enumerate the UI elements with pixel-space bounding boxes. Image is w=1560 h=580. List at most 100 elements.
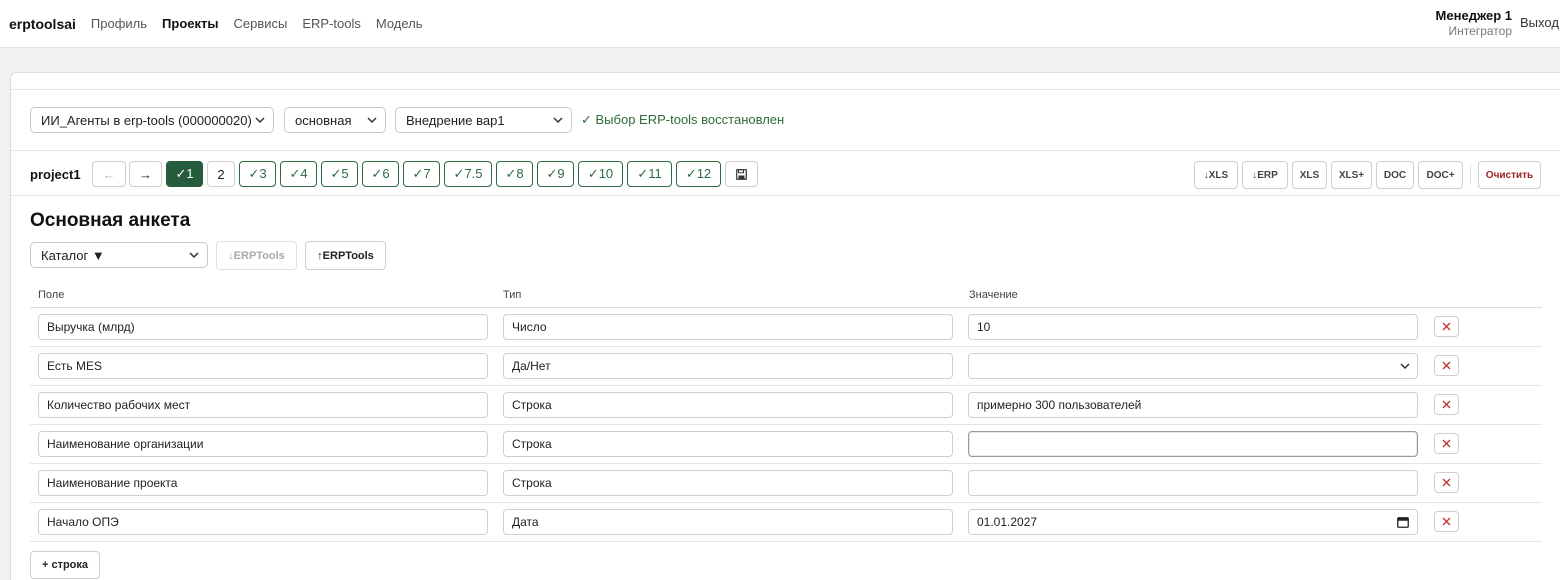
version-button-9[interactable]: ✓9: [537, 161, 574, 187]
section-title: Основная анкета: [30, 210, 191, 231]
value-input[interactable]: [968, 431, 1418, 457]
type-input[interactable]: Число: [503, 314, 953, 340]
toolbar-separator: [1470, 165, 1471, 185]
version-button-3[interactable]: ✓3: [239, 161, 276, 187]
nav-link-projects[interactable]: Проекты: [162, 16, 218, 31]
branch-select-value: основная: [295, 112, 352, 128]
field-input[interactable]: Количество рабочих мест: [38, 392, 488, 418]
variant-select-value: Внедрение вар1: [406, 112, 505, 128]
user-role: Интегратор: [1448, 24, 1512, 38]
calendar-icon[interactable]: [1397, 516, 1409, 528]
table-row: Наименование организации Строка: [30, 425, 1542, 464]
table-row: Выручка (млрд) Число 10: [30, 308, 1542, 347]
type-input[interactable]: Строка: [503, 431, 953, 457]
project-name: project1: [30, 167, 81, 182]
selector-row-divider: [11, 150, 1560, 151]
user-info: Менеджер 1 Интегратор: [1436, 8, 1512, 39]
chevron-down-icon: [189, 252, 199, 259]
project-select[interactable]: ИИ_Агенты в erp-tools (000000020): [30, 107, 274, 133]
version-button-2[interactable]: 2: [207, 161, 235, 187]
table-row: Есть MES Да/Нет: [30, 347, 1542, 386]
value-input[interactable]: 10: [968, 314, 1418, 340]
clear-button[interactable]: Очистить: [1478, 161, 1541, 189]
save-version-button[interactable]: [725, 161, 758, 187]
version-button-7-5[interactable]: ✓7.5: [444, 161, 492, 187]
value-input[interactable]: примерно 300 пользователей: [968, 392, 1418, 418]
chevron-down-icon: [255, 117, 265, 124]
version-button-6[interactable]: ✓6: [362, 161, 399, 187]
column-header-field: Поле: [38, 289, 65, 301]
type-input[interactable]: Да/Нет: [503, 353, 953, 379]
delete-row-button[interactable]: [1434, 355, 1459, 376]
close-icon: [1442, 439, 1451, 448]
project-select-value: ИИ_Агенты в erp-tools (000000020): [41, 112, 252, 128]
top-navbar: erptoolsai Профиль Проекты Сервисы ERP-t…: [0, 0, 1560, 48]
brand-logo[interactable]: erptoolsai: [9, 16, 76, 32]
version-button-11[interactable]: ✓11: [627, 161, 672, 187]
chevron-down-icon: [367, 117, 377, 124]
version-button-12[interactable]: ✓12: [676, 161, 721, 187]
chevron-down-icon: [1400, 363, 1410, 370]
logout-link[interactable]: Выход: [1520, 15, 1560, 30]
save-icon: [736, 168, 747, 180]
close-icon: [1442, 400, 1451, 409]
date-input-value: 01.01.2027: [977, 515, 1038, 529]
type-input[interactable]: Строка: [503, 470, 953, 496]
xls-button[interactable]: XLS: [1292, 161, 1327, 189]
doc-plus-button[interactable]: DOC+: [1418, 161, 1463, 189]
delete-row-button[interactable]: [1434, 472, 1459, 493]
field-input[interactable]: Начало ОПЭ: [38, 509, 488, 535]
chevron-down-icon: [553, 117, 563, 124]
field-input[interactable]: Есть MES: [38, 353, 488, 379]
catalog-select[interactable]: Каталог ▼: [30, 242, 208, 268]
nav-link-profile[interactable]: Профиль: [91, 16, 147, 31]
next-version-button[interactable]: →: [129, 161, 162, 187]
user-name: Менеджер 1: [1435, 8, 1512, 23]
close-icon: [1442, 322, 1451, 331]
upload-erptools-button[interactable]: ↑ERPTools: [305, 241, 386, 270]
table-row: Наименование проекта Строка: [30, 464, 1542, 503]
download-erptools-button[interactable]: ↓ERPTools: [216, 241, 297, 270]
field-input[interactable]: Выручка (млрд): [38, 314, 488, 340]
column-header-value: Значение: [969, 289, 1018, 301]
erp-tools-status: ✓ Выбор ERP-tools восстановлен: [581, 112, 785, 127]
project-card: ИИ_Агенты в erp-tools (000000020) основн…: [10, 72, 1560, 580]
close-icon: [1442, 478, 1451, 487]
nav-link-erp-tools[interactable]: ERP-tools: [302, 16, 361, 31]
nav-link-services[interactable]: Сервисы: [233, 16, 287, 31]
version-button-4[interactable]: ✓4: [280, 161, 317, 187]
field-input[interactable]: Наименование проекта: [38, 470, 488, 496]
type-input[interactable]: Строка: [503, 392, 953, 418]
variant-select[interactable]: Внедрение вар1: [395, 107, 572, 133]
table-row: Начало ОПЭ Дата 01.01.2027: [30, 503, 1542, 542]
download-erp-button[interactable]: ↓ERP: [1242, 161, 1288, 189]
catalog-select-value: Каталог ▼: [41, 247, 105, 263]
doc-button[interactable]: DOC: [1376, 161, 1414, 189]
prev-version-button[interactable]: ←: [92, 161, 126, 187]
version-button-10[interactable]: ✓10: [578, 161, 623, 187]
date-input[interactable]: 01.01.2027: [968, 509, 1418, 535]
delete-row-button[interactable]: [1434, 433, 1459, 454]
nav-link-model[interactable]: Модель: [376, 16, 423, 31]
type-input[interactable]: Дата: [503, 509, 953, 535]
close-icon: [1442, 361, 1451, 370]
version-row-divider: [11, 195, 1560, 196]
version-button-7[interactable]: ✓7: [403, 161, 440, 187]
value-select[interactable]: [968, 353, 1418, 379]
delete-row-button[interactable]: [1434, 316, 1459, 337]
branch-select[interactable]: основная: [284, 107, 386, 133]
add-row-button[interactable]: + строка: [30, 551, 100, 579]
version-button-5[interactable]: ✓5: [321, 161, 358, 187]
close-icon: [1442, 517, 1451, 526]
version-button-8[interactable]: ✓8: [496, 161, 533, 187]
value-input[interactable]: [968, 470, 1418, 496]
table-row: Количество рабочих мест Строка примерно …: [30, 386, 1542, 425]
download-xls-button[interactable]: ↓XLS: [1194, 161, 1238, 189]
delete-row-button[interactable]: [1434, 394, 1459, 415]
column-header-type: Тип: [503, 289, 522, 301]
delete-row-button[interactable]: [1434, 511, 1459, 532]
xls-plus-button[interactable]: XLS+: [1331, 161, 1372, 189]
field-input[interactable]: Наименование организации: [38, 431, 488, 457]
card-header-divider: [11, 89, 1560, 90]
version-button-1[interactable]: ✓1: [166, 161, 203, 187]
